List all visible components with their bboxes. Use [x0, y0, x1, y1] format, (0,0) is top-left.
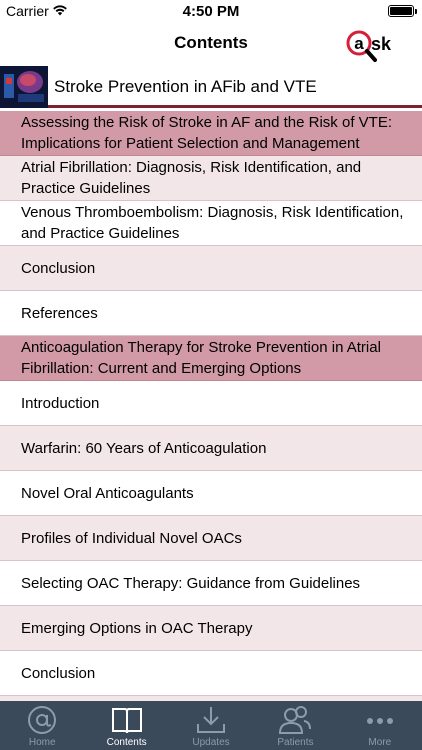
toc-item-label: Venous Thromboembolism: Diagnosis, Risk …: [21, 204, 404, 242]
toc-item-label: Atrial Fibrillation: Diagnosis, Risk Ide…: [21, 159, 362, 197]
navigation-bar: Contents a sk: [0, 22, 422, 66]
toc-item[interactable]: Atrial Fibrillation: Diagnosis, Risk Ide…: [0, 156, 422, 201]
ask-logo-button[interactable]: a sk: [344, 26, 406, 64]
tab-patients[interactable]: Patients: [253, 701, 337, 750]
toc-item[interactable]: Venous Thromboembolism: Diagnosis, Risk …: [0, 201, 422, 246]
toc-item-label: Novel Oral Anticoagulants: [21, 484, 194, 502]
section-header[interactable]: Assessing the Risk of Stroke in AF and t…: [0, 111, 422, 156]
book-header[interactable]: Stroke Prevention in AFib and VTE: [0, 66, 422, 108]
toc-item[interactable]: Conclusion: [0, 246, 422, 291]
tab-label: More: [368, 737, 392, 748]
battery-icon: [388, 5, 417, 17]
tab-label: Contents: [106, 737, 147, 748]
book-icon: [111, 708, 142, 734]
book-title: Stroke Prevention in AFib and VTE: [54, 77, 317, 96]
toc-item[interactable]: Warfarin: 60 Years of Anticoagulation: [0, 426, 422, 471]
toc-item-label: References: [21, 304, 98, 322]
toc-item-label: Introduction: [21, 394, 100, 412]
toc-item[interactable]: Introduction: [0, 381, 422, 426]
toc-item-label: Emerging Options in OAC Therapy: [21, 619, 253, 637]
tab-label: Home: [28, 737, 56, 748]
toc-item-label: Conclusion: [21, 664, 96, 682]
toc-item[interactable]: Conclusion: [0, 651, 422, 696]
clock: 4:50 PM: [182, 3, 240, 20]
at-icon: [28, 706, 57, 734]
svg-text:a: a: [354, 34, 364, 53]
toc-item[interactable]: Selecting OAC Therapy: Guidance from Gui…: [0, 561, 422, 606]
people-icon: [279, 706, 312, 734]
toc-item[interactable]: Novel Oral Anticoagulants: [0, 471, 422, 516]
tab-bar: Home Contents Updates Patients More: [0, 701, 422, 750]
toc-item-label: Anticoagulation Therapy for Stroke Preve…: [21, 339, 381, 377]
tab-updates[interactable]: Updates: [169, 701, 253, 750]
tab-label: Patients: [277, 737, 314, 748]
tab-label: Updates: [192, 737, 230, 748]
toc-item[interactable]: Profiles of Individual Novel OACs: [0, 516, 422, 561]
more-icon: [366, 718, 393, 724]
contents-list: Assessing the Risk of Stroke in AF and t…: [0, 111, 422, 701]
toc-item-label: Selecting OAC Therapy: Guidance from Gui…: [21, 574, 361, 592]
tab-more[interactable]: More: [338, 701, 422, 750]
tab-home[interactable]: Home: [0, 701, 84, 750]
toc-item-label: Conclusion: [21, 259, 96, 277]
tab-contents[interactable]: Contents: [84, 701, 168, 750]
download-icon: [197, 707, 226, 733]
svg-text:sk: sk: [371, 34, 392, 54]
status-bar: Carrier 4:50 PM: [0, 0, 422, 22]
toc-item-label: Warfarin: 60 Years of Anticoagulation: [21, 439, 267, 457]
book-cover-thumbnail: [0, 66, 48, 108]
toc-item[interactable]: Emerging Options in OAC Therapy: [0, 606, 422, 651]
section-header[interactable]: Anticoagulation Therapy for Stroke Preve…: [0, 336, 422, 381]
toc-item[interactable]: References: [0, 291, 422, 336]
toc-item-label: Profiles of Individual Novel OACs: [21, 529, 242, 547]
toc-item-label: Assessing the Risk of Stroke in AF and t…: [21, 114, 392, 152]
